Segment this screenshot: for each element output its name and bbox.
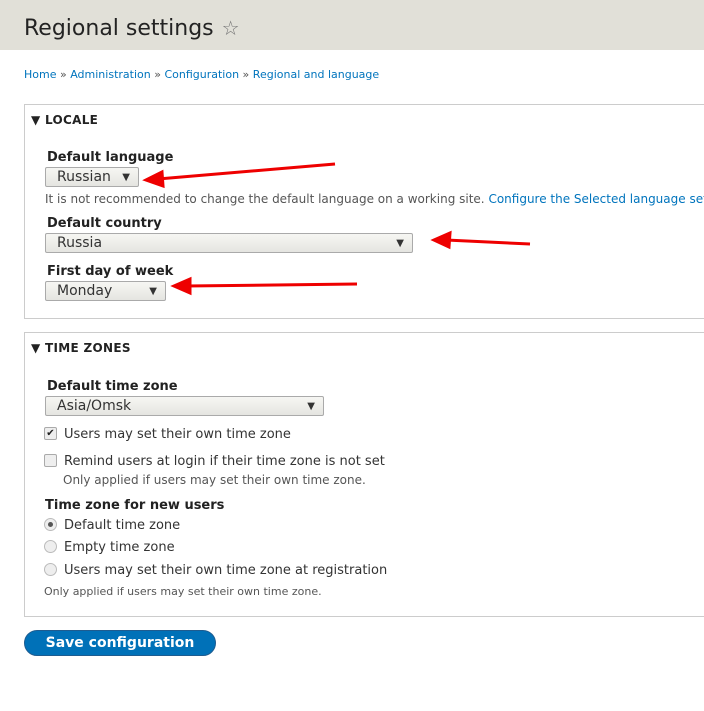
locale-fieldset: ▼ LOCALE Default language Russian ▼ It is… (24, 104, 704, 319)
chevron-down-icon: ▼ (307, 401, 315, 412)
default-language-select[interactable]: Russian ▼ (45, 167, 139, 187)
remind-description: Only applied if users may set their own … (63, 473, 366, 487)
default-country-select[interactable]: Russia ▼ (45, 233, 413, 253)
timezones-legend[interactable]: ▼ TIME ZONES (31, 341, 131, 355)
chevron-down-icon: ▼ (122, 172, 130, 183)
radio-users-set-label: Users may set their own time zone at reg… (64, 563, 388, 578)
breadcrumb: Home » Administration » Configuration » … (24, 68, 380, 81)
new-users-label: Time zone for new users (45, 498, 225, 513)
timezones-fieldset: ▼ TIME ZONES Default time zone Asia/Omsk… (24, 332, 704, 617)
breadcrumb-home[interactable]: Home (24, 68, 56, 81)
configure-language-link[interactable]: Configure the Selected language setti (488, 192, 704, 206)
chevron-down-icon: ▼ (396, 238, 404, 249)
page-header: Regional settings ☆ (0, 0, 704, 50)
first-day-label: First day of week (47, 264, 174, 279)
default-country-label: Default country (47, 216, 162, 231)
radio-default-tz-label: Default time zone (64, 518, 181, 533)
radio-users-set[interactable] (44, 563, 57, 576)
radio-empty-tz[interactable] (44, 540, 57, 553)
breadcrumb-configuration[interactable]: Configuration (164, 68, 239, 81)
new-users-description: Only applied if users may set their own … (44, 585, 322, 598)
radio-default-tz[interactable] (44, 518, 57, 531)
locale-legend[interactable]: ▼ LOCALE (31, 113, 98, 127)
default-tz-label: Default time zone (47, 379, 178, 394)
chevron-down-icon: ▼ (149, 286, 157, 297)
language-description: It is not recommended to change the defa… (45, 192, 704, 206)
page-title: Regional settings ☆ (24, 16, 240, 41)
first-day-select[interactable]: Monday ▼ (45, 281, 166, 301)
breadcrumb-administration[interactable]: Administration (70, 68, 151, 81)
breadcrumb-regional[interactable]: Regional and language (253, 68, 379, 81)
save-configuration-button[interactable]: Save configuration (24, 630, 216, 656)
remind-checkbox[interactable] (44, 454, 57, 467)
default-language-label: Default language (47, 150, 174, 165)
default-tz-select[interactable]: Asia/Omsk ▼ (45, 396, 324, 416)
users-may-set-checkbox[interactable]: ✔ (44, 427, 57, 440)
users-may-set-label: Users may set their own time zone (64, 427, 291, 442)
remind-label: Remind users at login if their time zone… (64, 454, 385, 469)
star-icon[interactable]: ☆ (222, 16, 240, 40)
radio-empty-tz-label: Empty time zone (64, 540, 175, 555)
